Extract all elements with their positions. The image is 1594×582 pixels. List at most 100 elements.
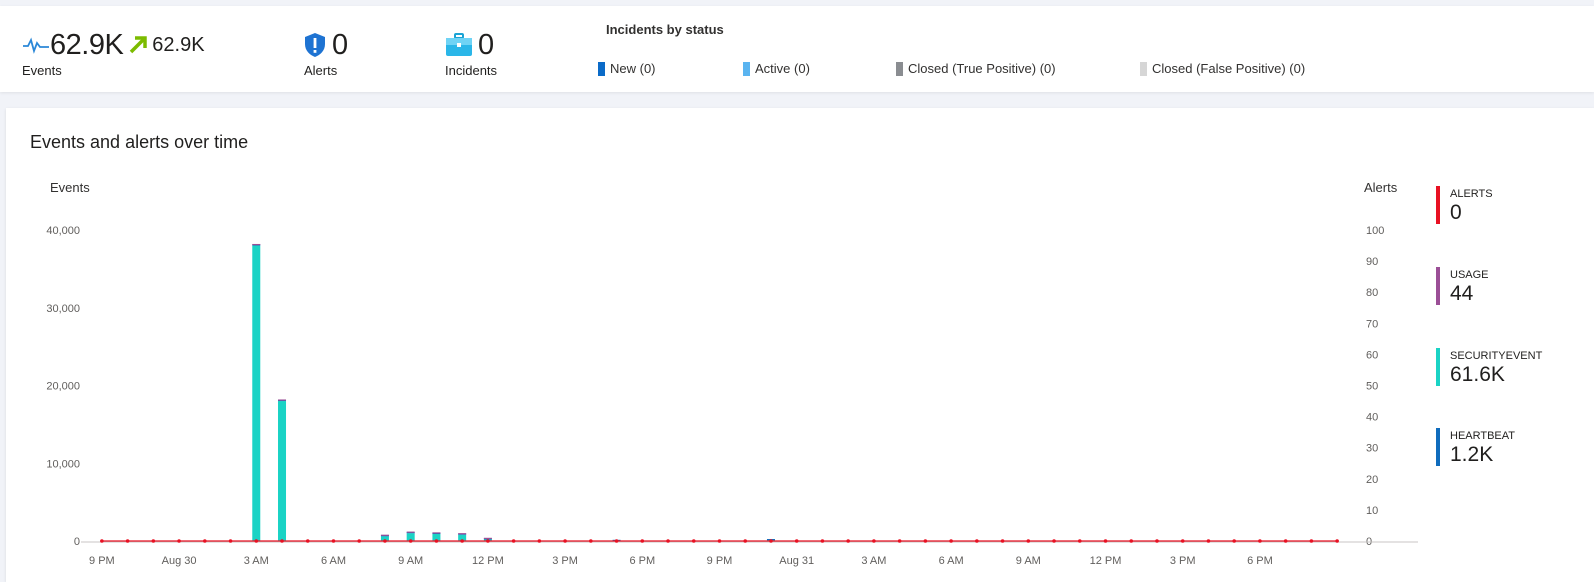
y2-tick-label: 50	[1366, 381, 1378, 393]
bar-securityevent	[252, 245, 261, 542]
status-new-label: New (0)	[610, 61, 656, 76]
y2-tick-label: 40	[1366, 412, 1378, 424]
events-trend-count: 62.9K	[152, 33, 205, 56]
y2-tick-label: 70	[1366, 318, 1378, 330]
bar-usage	[406, 531, 415, 533]
status-swatch-closed-tp	[896, 61, 903, 76]
y2-tick-label: 30	[1366, 443, 1378, 455]
status-closed-true-positive[interactable]: Closed (True Positive) (0)	[896, 61, 1056, 76]
y-tick-label: 40,000	[46, 225, 80, 237]
legend-name-alerts: ALERTS	[1450, 188, 1493, 200]
legend-name-heartbeat: HEARTBEAT	[1450, 430, 1515, 442]
alerts-point	[383, 539, 387, 543]
legend-swatch-usage	[1436, 267, 1440, 305]
alerts-point	[177, 539, 181, 543]
status-active[interactable]: Active (0)	[743, 61, 810, 76]
events-alerts-panel: Events and alerts over time Events Alerts…	[6, 108, 1594, 582]
x-tick-label: 3 PM	[552, 555, 578, 567]
alerts-point	[949, 539, 953, 543]
alerts-label: Alerts	[304, 63, 338, 78]
y-tick-label: 0	[74, 536, 80, 548]
x-tick-label: 3 AM	[244, 555, 269, 567]
bar-usage	[252, 243, 261, 246]
alerts-point	[1026, 539, 1031, 543]
alerts-point	[254, 539, 259, 543]
events-metric[interactable]: 62.9K 62.9K Events	[22, 28, 205, 79]
y2-tick-label: 10	[1366, 505, 1378, 517]
alerts-point	[563, 539, 567, 543]
alerts-point	[1232, 539, 1236, 543]
alerts-point	[1129, 539, 1134, 543]
events-label: Events	[22, 63, 62, 78]
alerts-point	[1206, 539, 1211, 543]
status-closed-fp-label: Closed (False Positive) (0)	[1152, 61, 1306, 76]
alerts-point	[666, 539, 670, 543]
alerts-point	[975, 539, 979, 543]
briefcase-icon	[445, 33, 473, 57]
bar-usage	[380, 534, 389, 536]
alerts-count: 0	[332, 28, 348, 61]
alerts-point	[1077, 539, 1082, 543]
y-tick-label: 30,000	[46, 303, 80, 315]
legend-value-alerts: 0	[1450, 201, 1462, 224]
alerts-point	[846, 539, 850, 543]
alerts-point	[305, 539, 310, 543]
legend-swatch-heartbeat	[1436, 428, 1440, 466]
legend-name-securityevent: SECURITYEVENT	[1450, 350, 1543, 362]
alerts-metric[interactable]: 0 Alerts	[304, 28, 348, 79]
alerts-point	[331, 539, 336, 543]
status-active-label: Active (0)	[755, 61, 810, 76]
x-tick-label: 6 AM	[321, 555, 346, 567]
legend-name-usage: USAGE	[1450, 269, 1489, 281]
y2-tick-label: 90	[1366, 256, 1378, 268]
status-new[interactable]: New (0)	[598, 61, 656, 76]
incidents-metric[interactable]: 0 Incidents	[445, 28, 497, 79]
status-swatch-closed-fp	[1140, 61, 1147, 76]
x-tick-label: 6 AM	[939, 555, 964, 567]
legend-swatch-alerts	[1436, 186, 1440, 224]
alerts-point	[589, 539, 593, 543]
incidents-count: 0	[478, 28, 494, 61]
alerts-point	[691, 539, 696, 543]
x-tick-label: 9 AM	[1016, 555, 1041, 567]
status-closed-false-positive[interactable]: Closed (False Positive) (0)	[1140, 61, 1305, 76]
alerts-point	[460, 539, 464, 543]
alerts-point	[408, 539, 413, 543]
x-tick-label: 12 PM	[472, 555, 504, 567]
trend-up-arrow-icon	[127, 34, 149, 56]
legend-value-heartbeat: 1.2K	[1450, 443, 1494, 466]
x-tick-label: 12 PM	[1090, 555, 1122, 567]
alerts-point	[357, 539, 362, 543]
x-tick-label: 6 PM	[629, 555, 655, 567]
y2-tick-label: 100	[1366, 225, 1384, 237]
events-count: 62.9K	[50, 28, 124, 61]
legend-value-securityevent: 61.6K	[1450, 363, 1505, 386]
alerts-point	[486, 539, 490, 543]
y-axis-title-events: Events	[50, 180, 90, 195]
alerts-point	[1180, 539, 1185, 543]
events-alerts-chart[interactable]: Events Alerts 40,000 30,000 20,000 10,000 0 100…	[6, 108, 1426, 582]
x-tick-label: 9 PM	[89, 555, 115, 567]
status-swatch-active	[743, 61, 750, 76]
pulse-icon	[22, 36, 50, 54]
legend-swatch-securityevent	[1436, 348, 1440, 386]
bar-usage	[483, 537, 492, 539]
alerts-point	[614, 539, 619, 543]
bar-securityevent	[278, 401, 287, 541]
alerts-point	[1155, 539, 1159, 543]
bar-usage	[432, 532, 441, 534]
alerts-point	[1258, 539, 1262, 543]
alerts-point	[434, 539, 439, 543]
summary-strip: 62.9K 62.9K Events 0 Alerts 0 Incidents …	[0, 6, 1594, 92]
alerts-point	[100, 539, 104, 543]
alerts-point	[769, 539, 773, 543]
status-swatch-new	[598, 61, 605, 76]
alerts-point	[511, 539, 516, 543]
alerts-point	[717, 539, 722, 543]
y-axis-title-alerts: Alerts	[1364, 180, 1398, 195]
alerts-point	[794, 539, 799, 543]
alerts-point	[1052, 539, 1056, 543]
alerts-point	[820, 539, 825, 543]
y2-tick-label: 60	[1366, 349, 1378, 361]
x-tick-label: 9 PM	[707, 555, 733, 567]
